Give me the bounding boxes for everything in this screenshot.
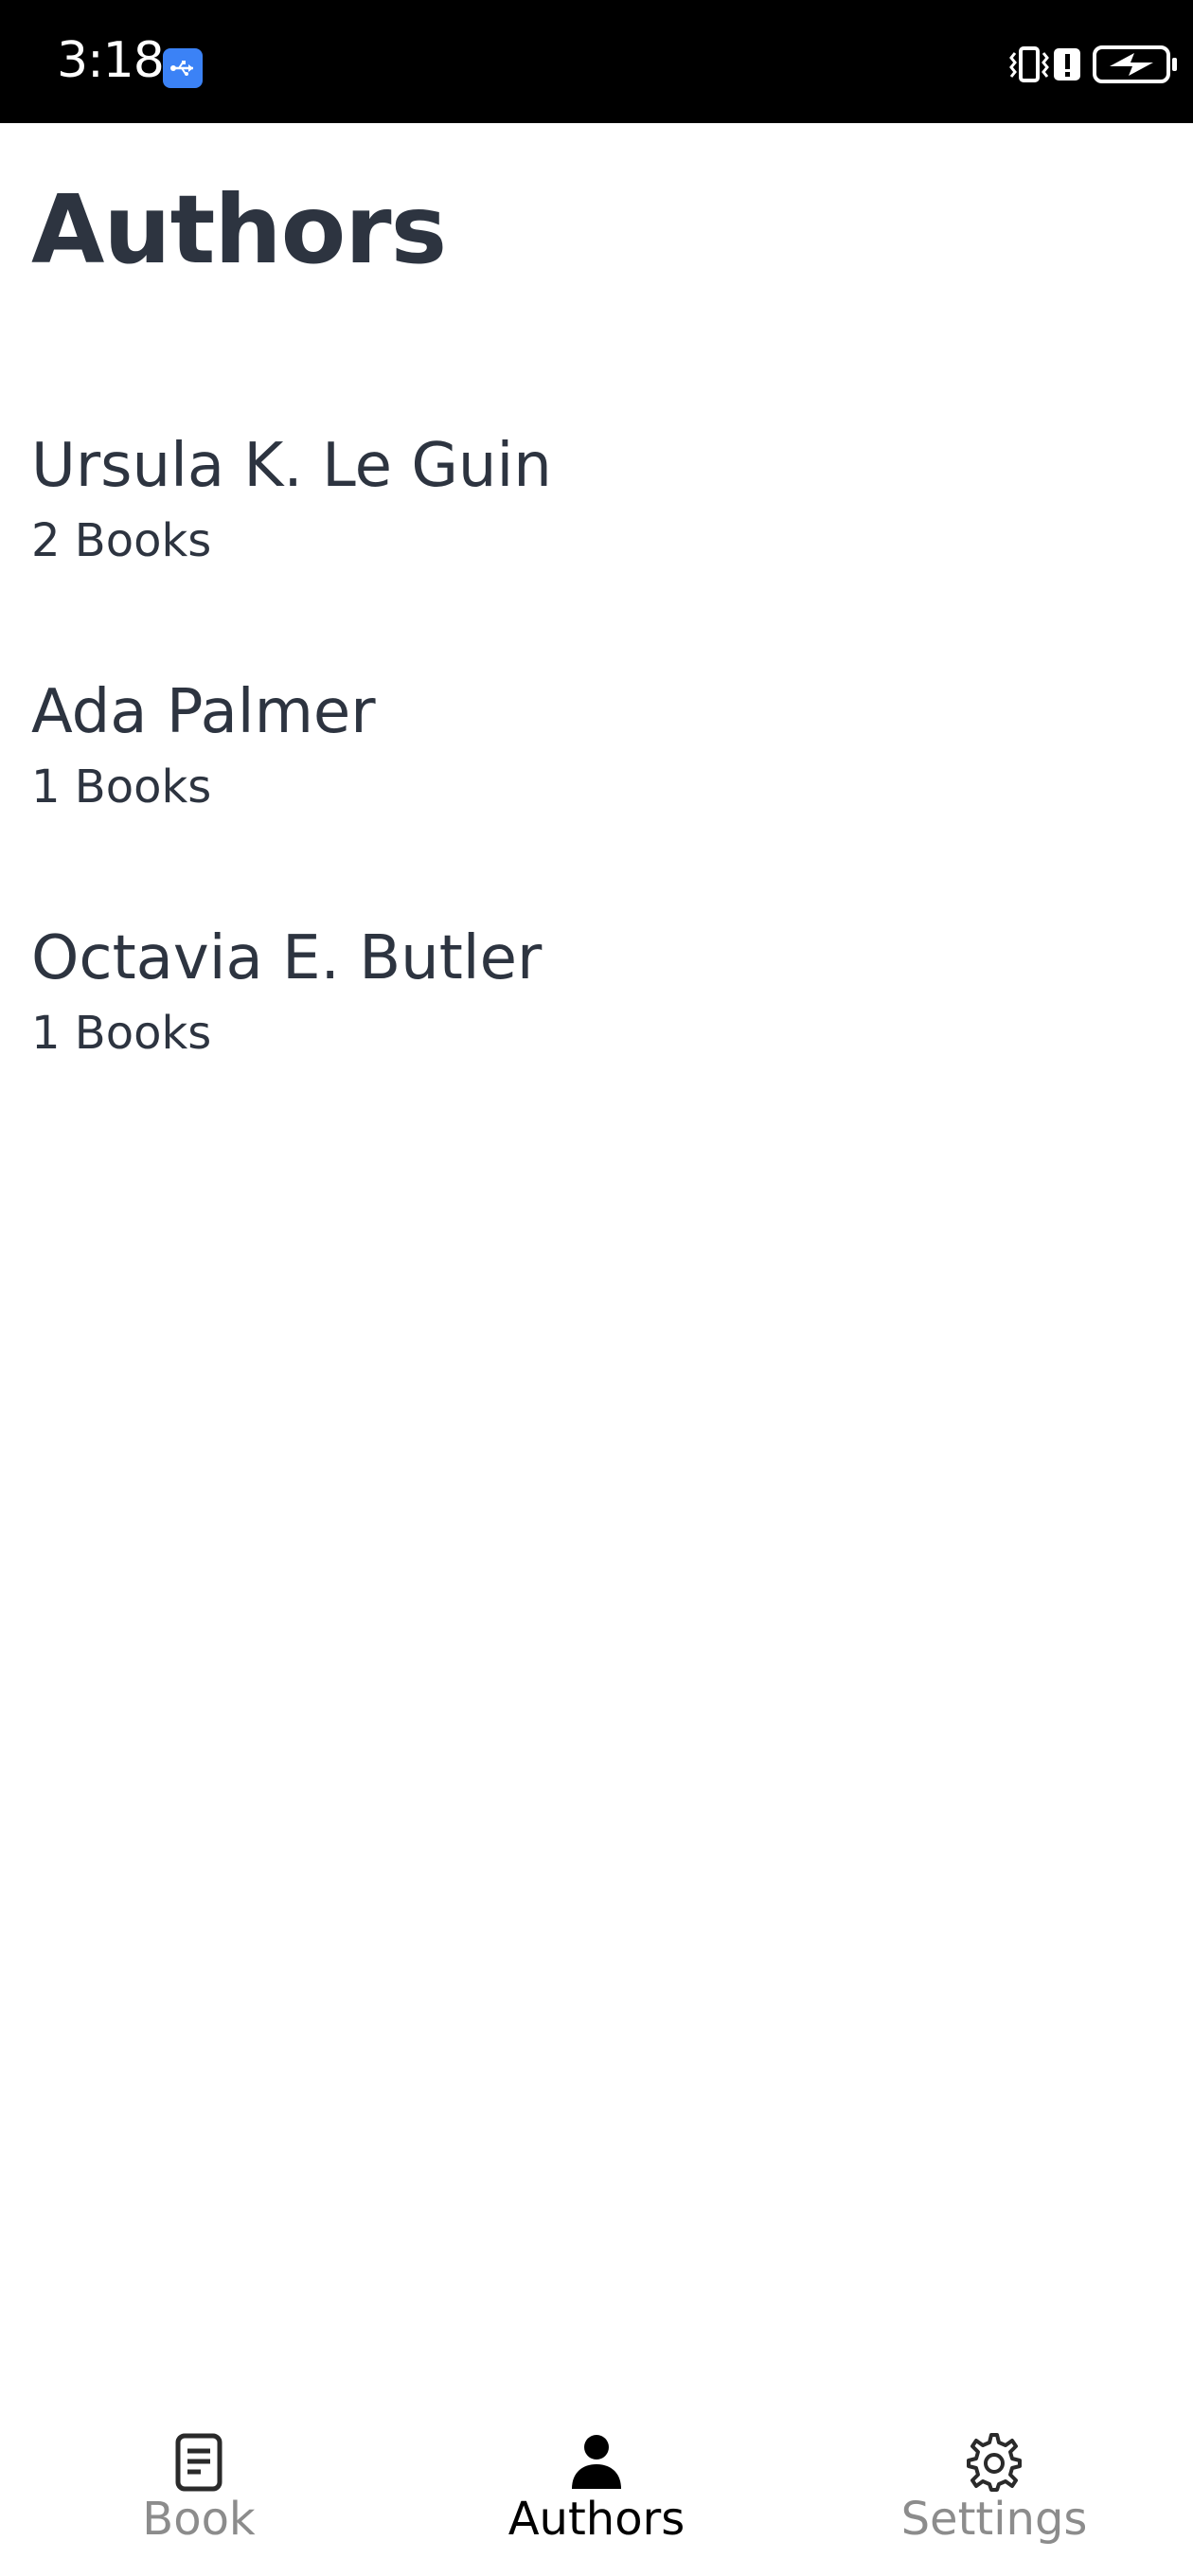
page-title: Authors [31, 174, 447, 285]
author-book-count: 2 Books [31, 513, 212, 567]
bottom-nav: Book Authors Settings [0, 2406, 1193, 2576]
document-icon [170, 2432, 227, 2493]
list-item[interactable]: Ada Palmer 1 Books [0, 653, 1193, 900]
author-name: Octavia E. Butler [31, 923, 543, 993]
gear-icon [966, 2432, 1023, 2493]
nav-item-authors[interactable]: Authors [398, 2406, 795, 2576]
author-name: Ursula K. Le Guin [31, 431, 552, 501]
list-item[interactable]: Ursula K. Le Guin 2 Books [0, 407, 1193, 653]
vibrate-icon [1007, 45, 1051, 88]
nav-item-book[interactable]: Book [0, 2406, 398, 2576]
author-list: Ursula K. Le Guin 2 Books Ada Palmer 1 B… [0, 407, 1193, 1146]
app-screen: 3:18 Authors Ursula K. Le Guin 2 Books A… [0, 0, 1193, 2576]
nav-item-settings[interactable]: Settings [795, 2406, 1193, 2576]
nav-label-book: Book [142, 2493, 256, 2546]
author-name: Ada Palmer [31, 677, 376, 747]
person-icon [568, 2432, 625, 2493]
author-book-count: 1 Books [31, 1006, 212, 1060]
nav-label-settings: Settings [900, 2493, 1088, 2546]
status-bar: 3:18 [0, 0, 1193, 123]
nav-label-authors: Authors [507, 2493, 686, 2546]
list-item[interactable]: Octavia E. Butler 1 Books [0, 900, 1193, 1146]
author-book-count: 1 Books [31, 760, 212, 814]
battery-charging-icon [1093, 45, 1180, 88]
usb-debug-icon [163, 48, 203, 88]
status-time: 3:18 [57, 32, 165, 89]
alert-icon [1053, 45, 1081, 88]
